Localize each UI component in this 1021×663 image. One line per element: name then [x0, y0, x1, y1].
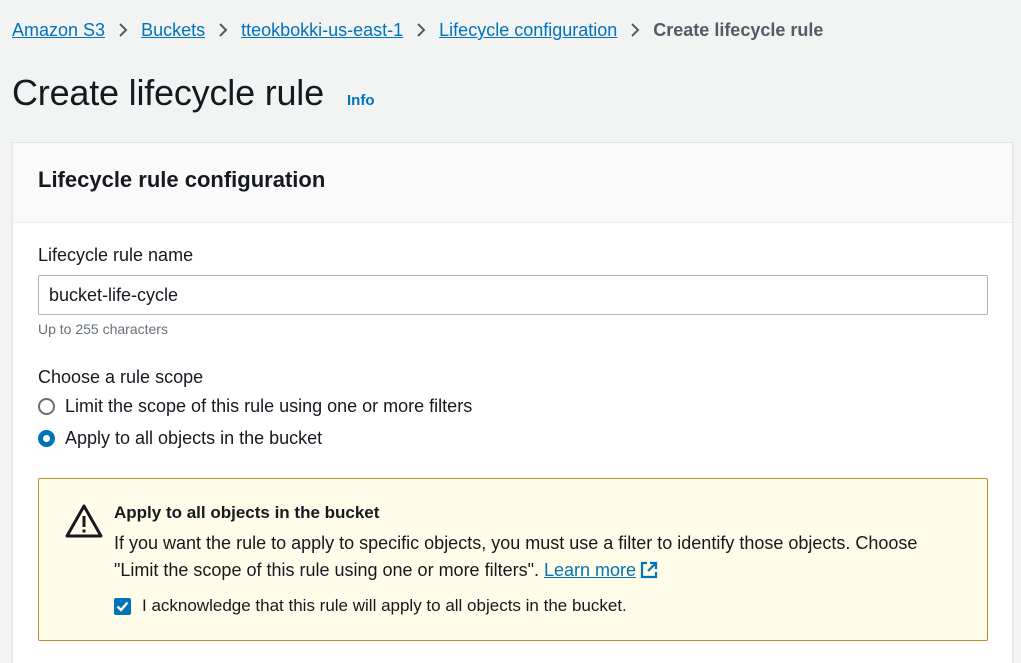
radio-unchecked-icon[interactable] [38, 398, 55, 415]
chevron-right-icon [623, 20, 647, 41]
chevron-right-icon [409, 20, 433, 41]
panel-title: Lifecycle rule configuration [13, 143, 1012, 223]
radio-checked-icon[interactable] [38, 430, 55, 447]
breadcrumb-link-lifecycle-configuration[interactable]: Lifecycle configuration [439, 20, 617, 41]
checkbox-checked-icon[interactable] [114, 597, 131, 615]
breadcrumb-current: Create lifecycle rule [653, 20, 824, 40]
scope-option-all-objects[interactable]: Apply to all objects in the bucket [38, 428, 322, 449]
scope-option-label: Apply to all objects in the bucket [65, 428, 323, 448]
warning-icon [64, 503, 104, 544]
alert-body: If you want the rule to apply to specifi… [114, 530, 964, 584]
warning-alert: Apply to all objects in the bucket If yo… [38, 478, 988, 641]
acknowledge-label: I acknowledge that this rule will apply … [142, 596, 627, 615]
alert-body-text: If you want the rule to apply to specifi… [114, 533, 918, 580]
rule-name-input[interactable] [38, 275, 988, 315]
breadcrumb-link-buckets[interactable]: Buckets [141, 20, 205, 41]
rule-name-label: Lifecycle rule name [38, 245, 194, 265]
rule-name-hint: Up to 255 characters [38, 321, 168, 337]
breadcrumb-link-amazon-s3[interactable]: Amazon S3 [12, 20, 105, 41]
chevron-right-icon [111, 20, 135, 41]
breadcrumb: Amazon S3 Buckets tteokbokki-us-east-1 L… [12, 20, 823, 41]
info-link[interactable]: Info [347, 92, 375, 109]
chevron-right-icon [211, 20, 235, 41]
alert-title: Apply to all objects in the bucket [114, 503, 380, 522]
learn-more-label: Learn more [543, 560, 637, 580]
learn-more-link[interactable]: Learn more [544, 560, 658, 580]
rule-scope-label: Choose a rule scope [38, 367, 204, 387]
external-link-icon [640, 561, 658, 579]
scope-option-limit-filters[interactable]: Limit the scope of this rule using one o… [38, 396, 472, 417]
acknowledge-checkbox-row[interactable]: I acknowledge that this rule will apply … [114, 596, 627, 616]
lifecycle-rule-configuration-panel: Lifecycle rule configuration Lifecycle r… [12, 142, 1013, 663]
breadcrumb-link-bucket[interactable]: tteokbokki-us-east-1 [241, 20, 403, 41]
page-title: Create lifecycle rule [12, 72, 324, 113]
scope-option-label: Limit the scope of this rule using one o… [65, 396, 473, 416]
